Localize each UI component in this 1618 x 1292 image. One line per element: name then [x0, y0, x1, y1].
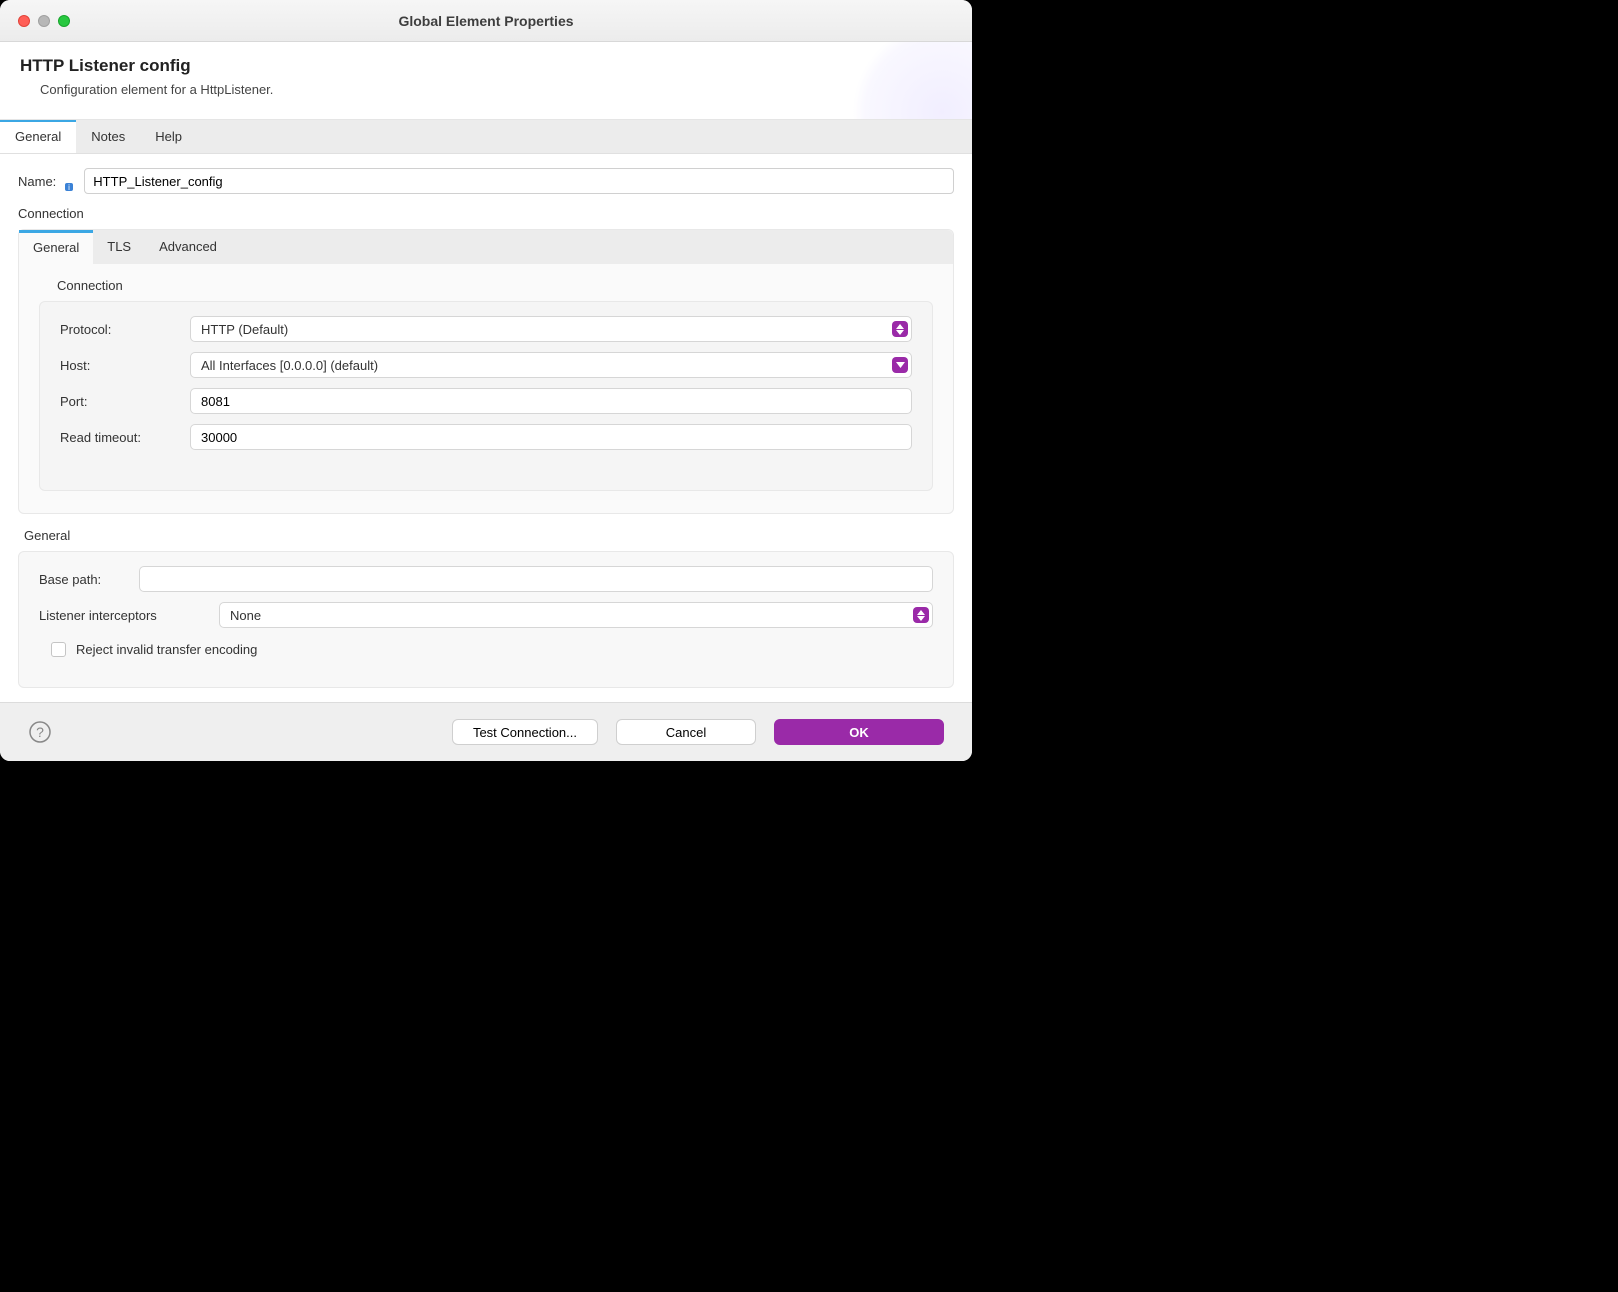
timeout-input[interactable]: [190, 424, 912, 450]
port-row: Port:: [60, 388, 912, 414]
connection-panel: General TLS Advanced Connection Protocol…: [18, 229, 954, 514]
tab-content: Name: i Connection General TLS Advanced …: [0, 154, 972, 702]
connection-section-label: Connection: [18, 206, 954, 221]
connection-fieldset: Protocol: HTTP (Default) Host:: [39, 301, 933, 491]
connection-group-title: Connection: [39, 278, 933, 293]
host-select[interactable]: All Interfaces [0.0.0.0] (default): [190, 352, 912, 378]
interceptors-select[interactable]: None: [219, 602, 933, 628]
name-label: Name:: [18, 174, 56, 189]
dialog-window: Global Element Properties HTTP Listener …: [0, 0, 972, 761]
help-icon[interactable]: ?: [28, 720, 52, 744]
reject-checkbox[interactable]: [51, 642, 66, 657]
timeout-label: Read timeout:: [60, 430, 190, 445]
titlebar: Global Element Properties: [0, 0, 972, 42]
connection-tabs: General TLS Advanced: [19, 230, 953, 264]
host-label: Host:: [60, 358, 190, 373]
chevron-down-icon: [892, 357, 908, 373]
timeout-row: Read timeout:: [60, 424, 912, 450]
base-path-row: Base path:: [39, 566, 933, 592]
page-subtitle: Configuration element for a HttpListener…: [20, 82, 952, 97]
connection-body: Connection Protocol: HTTP (Default): [19, 264, 953, 513]
tab-notes[interactable]: Notes: [76, 120, 140, 153]
conn-tab-tls[interactable]: TLS: [93, 230, 145, 264]
host-value: All Interfaces [0.0.0.0] (default): [201, 358, 378, 373]
main-tabs: General Notes Help: [0, 120, 972, 154]
window-title: Global Element Properties: [0, 13, 972, 29]
general-fieldset: Base path: Listener interceptors None: [18, 551, 954, 688]
dialog-header: HTTP Listener config Configuration eleme…: [0, 42, 972, 120]
general-section-label: General: [18, 528, 954, 543]
ok-button[interactable]: OK: [774, 719, 944, 745]
updown-icon: [892, 321, 908, 337]
svg-text:i: i: [68, 183, 70, 192]
conn-tab-advanced[interactable]: Advanced: [145, 230, 231, 264]
cancel-button[interactable]: Cancel: [616, 719, 756, 745]
conn-tab-general[interactable]: General: [19, 230, 93, 264]
port-label: Port:: [60, 394, 190, 409]
tab-help[interactable]: Help: [140, 120, 197, 153]
dialog-footer: ? Test Connection... Cancel OK: [0, 702, 972, 761]
interceptors-row: Listener interceptors None: [39, 602, 933, 628]
reject-label: Reject invalid transfer encoding: [76, 642, 257, 657]
protocol-label: Protocol:: [60, 322, 190, 337]
base-path-input[interactable]: [139, 566, 933, 592]
name-input[interactable]: [84, 168, 954, 194]
protocol-value: HTTP (Default): [201, 322, 288, 337]
interceptors-label: Listener interceptors: [39, 608, 219, 623]
tab-general[interactable]: General: [0, 119, 76, 153]
host-row: Host: All Interfaces [0.0.0.0] (default): [60, 352, 912, 378]
interceptors-value: None: [230, 608, 261, 623]
test-connection-button[interactable]: Test Connection...: [452, 719, 598, 745]
info-icon: i: [64, 180, 74, 190]
page-title: HTTP Listener config: [20, 56, 952, 76]
updown-icon: [913, 607, 929, 623]
svg-text:?: ?: [36, 724, 44, 740]
base-path-label: Base path:: [39, 572, 139, 587]
reject-row: Reject invalid transfer encoding: [39, 642, 933, 657]
protocol-select[interactable]: HTTP (Default): [190, 316, 912, 342]
name-row: Name: i: [18, 168, 954, 194]
port-input[interactable]: [190, 388, 912, 414]
protocol-row: Protocol: HTTP (Default): [60, 316, 912, 342]
